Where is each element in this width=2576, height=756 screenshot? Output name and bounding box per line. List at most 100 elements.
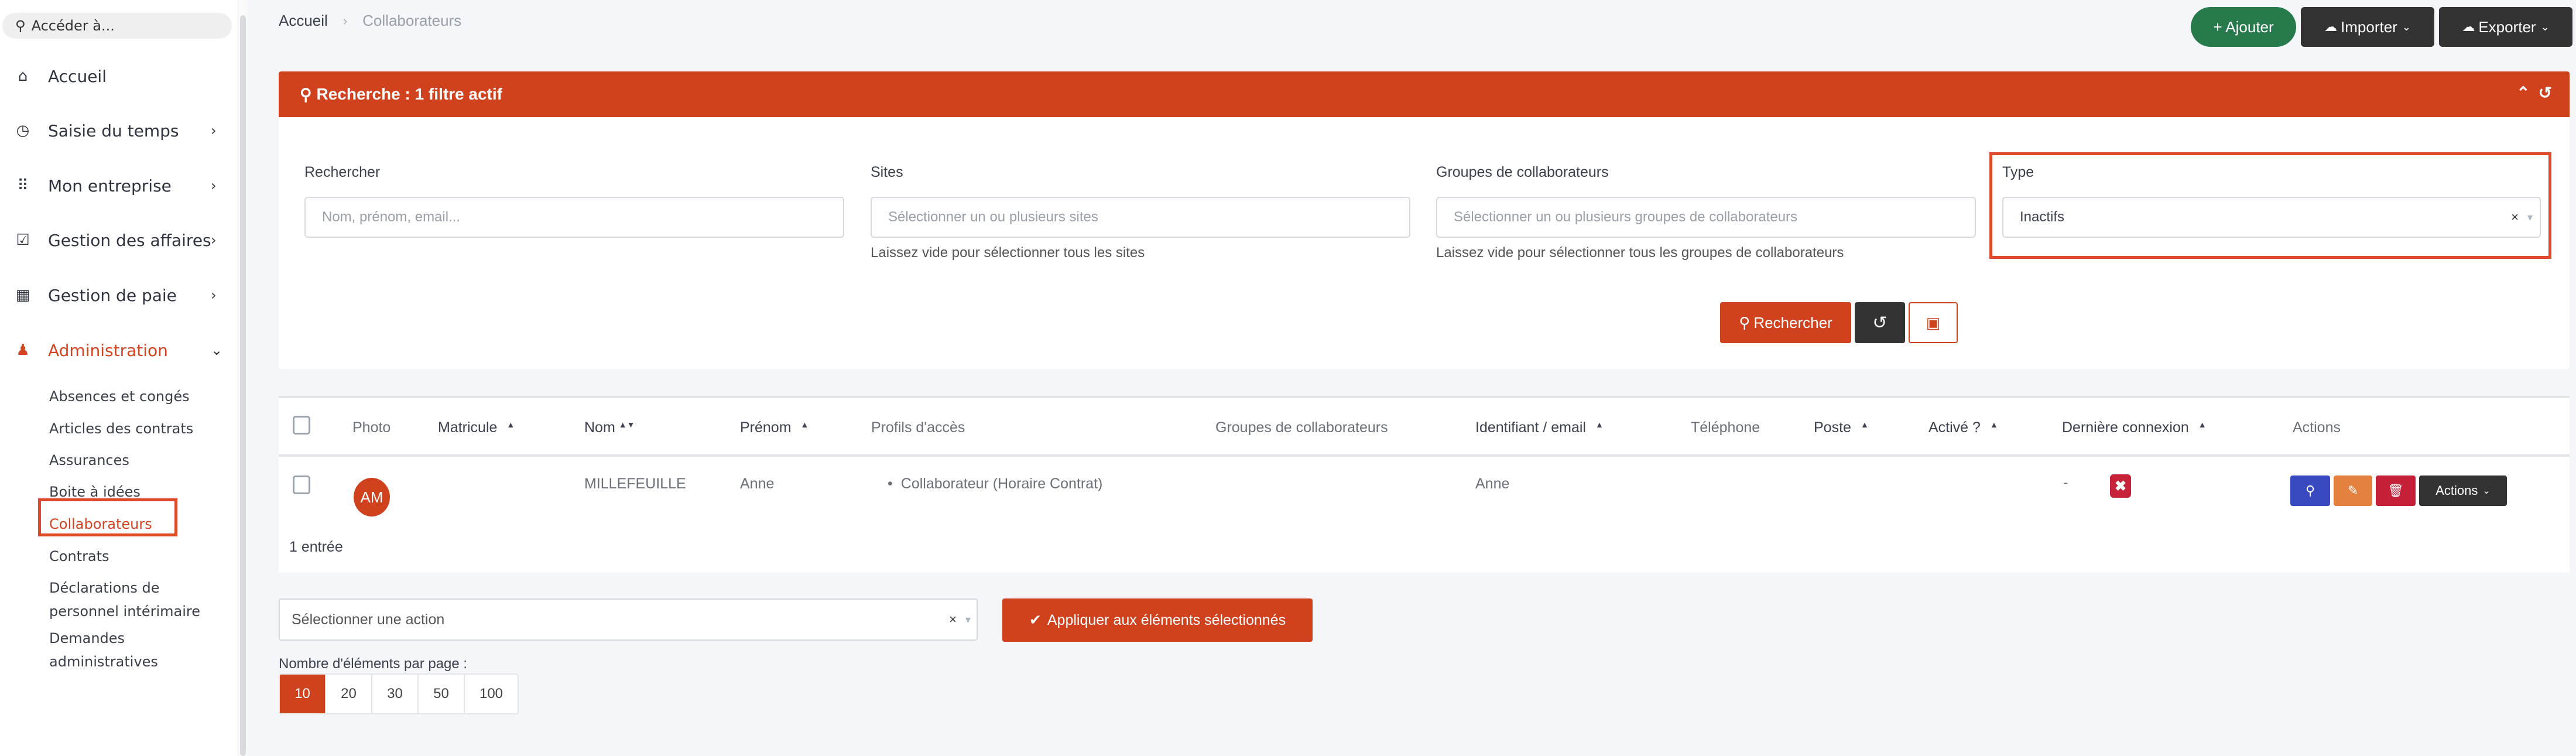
chevron-down-icon: ⌄	[2482, 486, 2491, 496]
entries-count: 1 entrée	[289, 539, 343, 555]
grid-dots-icon: ⠿	[17, 177, 29, 194]
inactive-x-icon: ✖	[2110, 474, 2131, 498]
scrollbar-thumb[interactable]	[240, 15, 246, 756]
sidebar-subitem-demandes[interactable]: Demandes administratives	[49, 627, 213, 673]
groups-help: Laissez vide pour sélectionner tous les …	[1436, 245, 1844, 261]
chevron-right-icon: ›	[211, 177, 217, 194]
query-label: Rechercher	[304, 164, 381, 180]
column-header-matricule[interactable]: Matricule ▲	[438, 419, 515, 436]
query-input[interactable]: Nom, prénom, email...	[304, 197, 844, 238]
collapse-chevron-up-icon[interactable]: ⌃	[2516, 83, 2530, 102]
highlight-box-collaborateurs	[38, 498, 177, 536]
per-page-option-50[interactable]: 50	[419, 675, 465, 713]
sidebar-subitem-contrats[interactable]: Contrats	[49, 545, 109, 568]
sort-asc-icon: ▲	[506, 420, 515, 429]
sidebar-search-placeholder: Accéder à...	[31, 18, 115, 34]
clear-icon[interactable]: ×	[949, 612, 957, 627]
calculator-icon: ▦	[15, 286, 30, 304]
apply-selected-button[interactable]: ✔ Appliquer aux éléments sélectionnés	[1002, 598, 1313, 642]
dropdown-arrow-icon[interactable]: ▾	[965, 614, 971, 626]
sidebar-item-label: Gestion des affaires	[48, 230, 211, 250]
reset-button[interactable]: ↺	[1855, 302, 1905, 343]
column-header-profils: Profils d'accès	[871, 419, 965, 436]
export-button-label: Exporter	[2478, 18, 2536, 36]
sidebar-subitem-declarations[interactable]: Déclarations de personnel intérimaire	[49, 576, 225, 623]
sidebar-item-mon-entreprise[interactable]: ⠿ Mon entreprise ›	[0, 168, 234, 203]
add-button[interactable]: + Ajouter	[2191, 7, 2296, 47]
row-checkbox[interactable]	[293, 476, 310, 494]
column-header-label: Matricule	[438, 419, 498, 436]
row-actions-dropdown[interactable]: Actions ⌄	[2419, 476, 2507, 506]
groups-placeholder: Sélectionner un ou plusieurs groupes de …	[1454, 209, 1798, 225]
per-page-option-20[interactable]: 20	[326, 675, 372, 713]
sidebar-item-gestion-de-paie[interactable]: ▦ Gestion de paie ›	[0, 278, 234, 313]
sidebar-item-saisie-du-temps[interactable]: ◷ Saisie du temps ›	[0, 113, 234, 148]
sites-select[interactable]: Sélectionner un ou plusieurs sites	[871, 197, 1410, 238]
groups-label: Groupes de collaborateurs	[1436, 164, 1609, 180]
sidebar-subitem-absences[interactable]: Absences et congés	[49, 385, 190, 408]
sites-label: Sites	[871, 164, 903, 180]
chevron-down-icon: ⌄	[2402, 20, 2411, 33]
add-button-label: + Ajouter	[2213, 18, 2274, 36]
sidebar-subitem-assurances[interactable]: Assurances	[49, 449, 129, 472]
breadcrumb: Accueil › Collaborateurs	[279, 12, 461, 30]
bullet-icon: •	[888, 476, 893, 492]
sidebar-item-label: Gestion de paie	[48, 285, 177, 305]
sidebar-item-label: Accueil	[48, 66, 107, 86]
view-button[interactable]: ⚲	[2290, 476, 2330, 506]
breadcrumb-separator: ›	[342, 13, 348, 28]
chevron-down-icon: ⌄	[2540, 20, 2550, 33]
apply-selected-label: Appliquer aux éléments sélectionnés	[1047, 611, 1286, 628]
bulk-action-select[interactable]: Sélectionner une action × ▾	[279, 598, 978, 641]
per-page-option-30[interactable]: 30	[372, 675, 419, 713]
sidebar-item-administration[interactable]: ♟ Administration ⌄	[0, 333, 234, 368]
column-header-nom[interactable]: Nom ▲▼	[584, 419, 635, 436]
search-button[interactable]: ⚲ Rechercher	[1720, 302, 1851, 343]
sidebar-item-label: Saisie du temps	[48, 121, 179, 141]
import-button-label: Importer	[2341, 18, 2397, 36]
groups-select[interactable]: Sélectionner un ou plusieurs groupes de …	[1436, 197, 1976, 238]
column-header-last-login[interactable]: Dernière connexion ▲	[2062, 419, 2207, 436]
column-header-label: Prénom	[740, 419, 792, 436]
search-icon: ⚲	[15, 18, 26, 34]
sort-asc-icon: ▲	[800, 420, 809, 429]
select-all-checkbox[interactable]	[293, 416, 310, 435]
column-header-label: Activé ?	[1928, 419, 1981, 436]
export-button[interactable]: ☁ Exporter ⌄	[2439, 7, 2572, 47]
cell-identifiant: Anne	[1475, 476, 1510, 492]
delete-button[interactable]: 🗑	[2376, 476, 2416, 506]
cloud-download-icon: ☁	[2462, 19, 2475, 34]
sidebar-item-label: Mon entreprise	[48, 176, 172, 196]
save-filter-button[interactable]: ▣	[1909, 302, 1958, 343]
column-header-label: Dernière connexion	[2062, 419, 2189, 436]
breadcrumb-home-link[interactable]: Accueil	[279, 12, 328, 30]
chevron-down-icon: ⌄	[211, 342, 223, 358]
per-page-label: Nombre d'éléments par page :	[279, 656, 468, 672]
row-actions-label: Actions	[2435, 483, 2478, 498]
search-icon: ⚲	[300, 85, 312, 104]
per-page-option-10[interactable]: 10	[280, 675, 326, 713]
sidebar-item-accueil[interactable]: ⌂ Accueil	[0, 59, 234, 94]
chevron-right-icon: ›	[211, 122, 217, 139]
sidebar-scrollbar[interactable]	[239, 0, 247, 756]
search-panel-header[interactable]: ⚲ Recherche : 1 filtre actif ⌃ ↺	[279, 71, 2570, 117]
edit-button[interactable]: ✎	[2334, 476, 2372, 506]
search-icon: ⚲	[2305, 483, 2315, 498]
search-icon: ⚲	[1739, 313, 1751, 331]
sidebar-subitem-articles[interactable]: Articles des contrats	[49, 417, 193, 440]
per-page-option-100[interactable]: 100	[465, 675, 518, 713]
import-button[interactable]: ☁ Importer ⌄	[2301, 7, 2434, 47]
cell-nom: MILLEFEUILLE	[584, 476, 686, 492]
sidebar-search-input[interactable]: ⚲ Accéder à...	[2, 13, 232, 39]
table-header-row: Photo Matricule ▲ Nom ▲▼ Prénom ▲ Profils d…	[279, 398, 2570, 457]
column-header-poste[interactable]: Poste ▲	[1814, 419, 1869, 436]
column-header-actions: Actions	[2293, 419, 2341, 436]
sidebar-item-gestion-des-affaires[interactable]: ☑ Gestion des affaires ›	[0, 223, 234, 258]
column-header-groupes: Groupes de collaborateurs	[1215, 419, 1388, 436]
column-header-active[interactable]: Activé ? ▲	[1928, 419, 1998, 436]
column-header-prenom[interactable]: Prénom ▲	[740, 419, 809, 436]
column-header-identifiant[interactable]: Identifiant / email ▲	[1475, 419, 1604, 436]
user-tie-icon: ♟	[16, 341, 30, 359]
sort-asc-icon: ▲	[1989, 420, 1998, 429]
reset-filters-icon[interactable]: ↺	[2539, 83, 2552, 102]
